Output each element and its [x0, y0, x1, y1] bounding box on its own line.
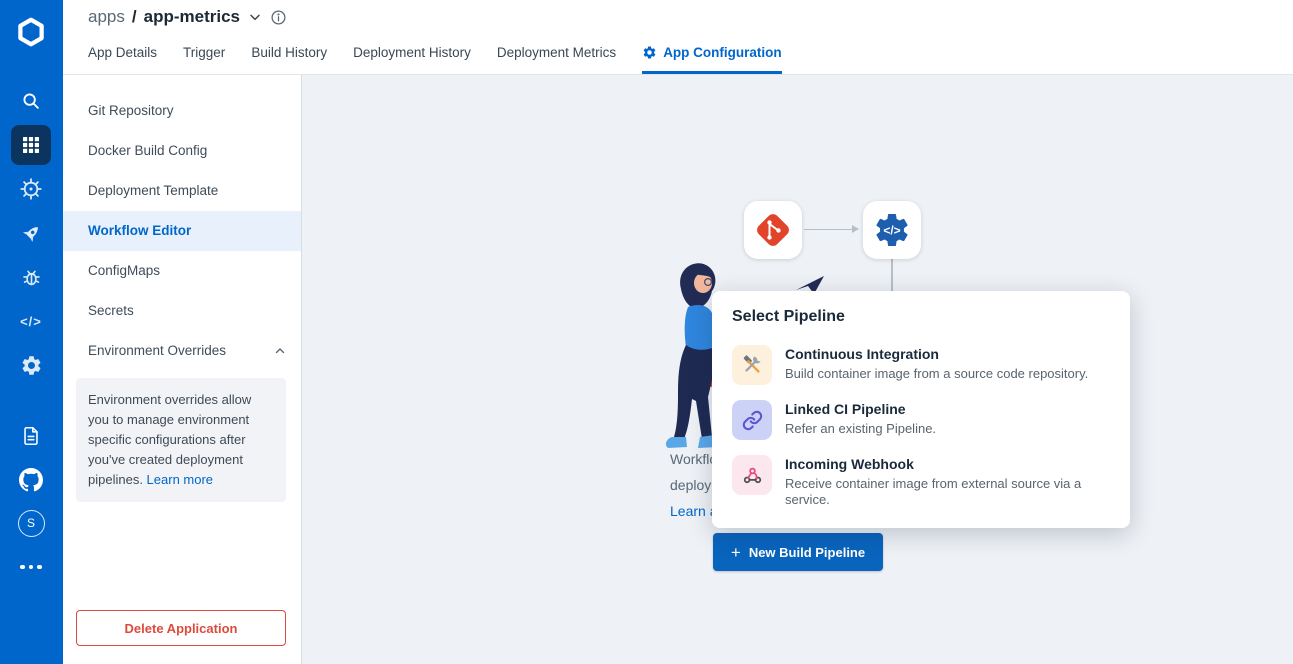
app-header: apps / app-metrics App Details Trigger B…	[63, 0, 1293, 75]
node-connector-line	[891, 259, 893, 292]
nav-item-workflow-editor[interactable]: Workflow Editor	[63, 211, 301, 251]
workflow-editor-canvas: </> Workflo deployr Learn a + New Build …	[302, 75, 1293, 664]
caption-line-1: Workflo	[670, 451, 718, 467]
tab-trigger[interactable]: Trigger	[183, 35, 225, 74]
option-title: Linked CI Pipeline	[785, 401, 906, 417]
gear-icon	[643, 46, 656, 59]
select-pipeline-popup: Select Pipeline Continuous Integration B…	[712, 291, 1130, 528]
documentation-icon[interactable]	[11, 416, 51, 456]
chevron-down-icon[interactable]	[247, 9, 263, 25]
option-title: Incoming Webhook	[785, 456, 914, 472]
option-text: Incoming Webhook Receive container image…	[785, 455, 1105, 508]
option-title: Continuous Integration	[785, 346, 939, 362]
chevron-up-icon	[275, 348, 285, 354]
option-incoming-webhook[interactable]: Incoming Webhook Receive container image…	[732, 455, 1110, 508]
caption-line-2: deployr	[670, 477, 716, 493]
option-text: Linked CI Pipeline Refer an existing Pip…	[785, 400, 936, 440]
app-root: </> S apps / app-metrics App Details Tri…	[0, 0, 1293, 664]
search-icon[interactable]	[11, 81, 51, 121]
deployment-groups-rocket-icon[interactable]	[11, 213, 51, 253]
node-connector-arrow	[804, 225, 859, 233]
option-description: Build container image from a source code…	[785, 366, 1089, 381]
ci-build-node[interactable]: </>	[863, 201, 921, 259]
nav-item-environment-overrides[interactable]: Environment Overrides	[63, 331, 301, 371]
tab-build-history[interactable]: Build History	[251, 35, 327, 74]
new-build-pipeline-button[interactable]: + New Build Pipeline	[713, 533, 883, 571]
breadcrumb-apps-link[interactable]: apps	[88, 7, 125, 27]
applications-grid-icon[interactable]	[11, 125, 51, 165]
avatar-initial: S	[17, 509, 45, 537]
code-icon[interactable]: </>	[11, 301, 51, 341]
primary-sidebar: </> S	[0, 0, 63, 664]
git-icon	[757, 214, 789, 246]
breadcrumb: apps / app-metrics	[88, 7, 287, 27]
link-icon	[732, 400, 772, 440]
svg-text:</>: </>	[883, 224, 900, 238]
breadcrumb-app-name: app-metrics	[143, 7, 240, 26]
option-description: Receive container image from external so…	[785, 476, 1082, 507]
tab-deployment-metrics[interactable]: Deployment Metrics	[497, 35, 616, 74]
environment-overrides-note: Environment overrides allow you to manag…	[76, 378, 286, 502]
tools-icon	[732, 345, 772, 385]
tab-deployment-history[interactable]: Deployment History	[353, 35, 471, 74]
popup-title: Select Pipeline	[732, 308, 845, 325]
webhook-icon	[732, 455, 772, 495]
tab-app-details[interactable]: App Details	[88, 35, 157, 74]
delete-application-button[interactable]: Delete Application	[76, 610, 286, 646]
nav-item-secrets[interactable]: Secrets	[63, 291, 301, 331]
nav-item-deployment-template[interactable]: Deployment Template	[63, 171, 301, 211]
new-build-pipeline-label: New Build Pipeline	[748, 544, 866, 560]
config-sidebar: Git Repository Docker Build Config Deplo…	[63, 75, 302, 664]
helm-charts-icon[interactable]	[11, 169, 51, 209]
github-icon[interactable]	[11, 460, 51, 500]
config-nav: Git Repository Docker Build Config Deplo…	[63, 75, 301, 371]
info-icon[interactable]	[270, 9, 287, 26]
tab-app-configuration[interactable]: App Configuration	[642, 35, 782, 74]
devtron-logo-icon[interactable]	[11, 12, 51, 52]
gear-code-icon: </>	[876, 214, 908, 246]
git-source-node[interactable]	[744, 201, 802, 259]
more-ellipsis-icon[interactable]	[11, 547, 51, 587]
breadcrumb-separator: /	[131, 7, 137, 26]
global-config-gear-icon[interactable]	[11, 345, 51, 385]
nav-item-configmaps[interactable]: ConfigMaps	[63, 251, 301, 291]
app-tabs: App Details Trigger Build History Deploy…	[88, 35, 782, 74]
plus-icon: +	[730, 542, 741, 562]
learn-more-link[interactable]: Learn more	[147, 472, 213, 487]
option-continuous-integration[interactable]: Continuous Integration Build container i…	[732, 345, 1110, 385]
profile-avatar[interactable]: S	[11, 503, 51, 543]
option-linked-ci-pipeline[interactable]: Linked CI Pipeline Refer an existing Pip…	[732, 400, 1110, 440]
security-bug-icon[interactable]	[11, 257, 51, 297]
caption-learn-link[interactable]: Learn a	[670, 498, 717, 524]
option-description: Refer an existing Pipeline.	[785, 421, 937, 436]
option-text: Continuous Integration Build container i…	[785, 345, 1088, 385]
nav-item-git-repository[interactable]: Git Repository	[63, 91, 301, 131]
workflow-caption: Workflo deployr Learn a	[670, 446, 717, 524]
nav-item-docker-build-config[interactable]: Docker Build Config	[63, 131, 301, 171]
